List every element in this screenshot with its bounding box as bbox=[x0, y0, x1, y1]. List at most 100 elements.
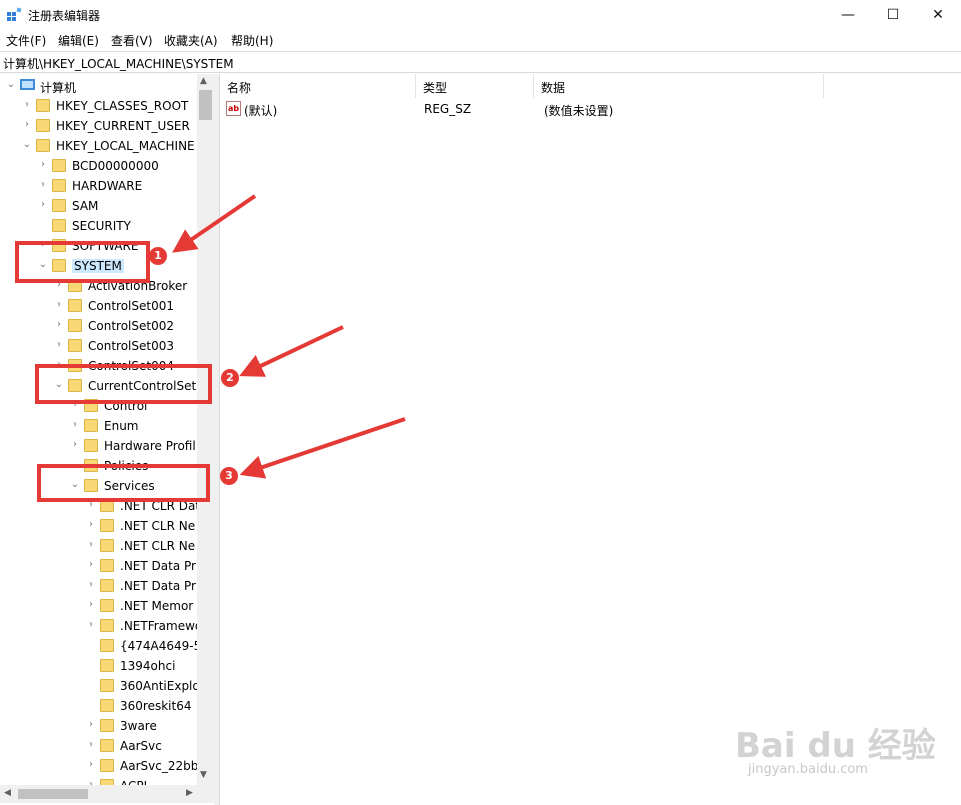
tree-node[interactable]: › .NET Data Pr bbox=[0, 556, 197, 576]
tree-node-label: SECURITY bbox=[72, 219, 131, 233]
expand-arrow-icon[interactable]: › bbox=[38, 159, 48, 170]
tree-node[interactable]: › .NETFramewo bbox=[0, 616, 202, 636]
scroll-up-arrow-icon[interactable]: ▲ bbox=[200, 76, 207, 86]
baidu-watermark-url: jingyan.baidu.com bbox=[748, 762, 868, 777]
tree-node[interactable]: › .NET Data Pr bbox=[0, 576, 197, 596]
registry-editor-icon bbox=[7, 7, 22, 21]
expand-arrow-icon[interactable]: › bbox=[22, 119, 32, 130]
expand-arrow-icon[interactable]: › bbox=[86, 519, 96, 530]
registry-tree[interactable]: ⌄ 计算机 › HKEY_CLASSES_ROOT › HKEY_CURRENT_USER… bbox=[0, 74, 214, 805]
expand-arrow-icon[interactable]: › bbox=[54, 319, 64, 330]
baidu-watermark-logo: Bai du 经验 bbox=[735, 726, 936, 766]
tree-node[interactable]: › 3ware bbox=[0, 716, 197, 736]
value-type: REG_SZ bbox=[424, 102, 472, 116]
folder-icon bbox=[52, 179, 66, 192]
menu-edit[interactable]: 编辑(E) bbox=[58, 32, 99, 49]
column-header-name[interactable]: 名称 bbox=[220, 74, 416, 98]
tree-node-label: Enum bbox=[104, 419, 139, 433]
tree-node[interactable]: 360AntiExplo bbox=[0, 676, 200, 696]
address-path[interactable]: 计算机\HKEY_LOCAL_MACHINE\SYSTEM bbox=[3, 55, 234, 72]
tree-node[interactable]: › BCD00000000 bbox=[0, 156, 197, 176]
tree-vertical-scrollbar[interactable]: ▲ ▼ bbox=[197, 74, 214, 785]
expand-arrow-icon[interactable]: › bbox=[38, 179, 48, 190]
tree-node-label: 360AntiExplo bbox=[120, 679, 200, 693]
minimize-button[interactable]: — bbox=[825, 0, 871, 30]
tree-node[interactable]: › ControlSet002 bbox=[0, 316, 197, 336]
tree-node[interactable]: › HKEY_CLASSES_ROOT bbox=[0, 96, 197, 116]
expand-arrow-icon[interactable]: › bbox=[54, 299, 64, 310]
tree-node[interactable]: › HKEY_CURRENT_USER bbox=[0, 116, 197, 136]
folder-icon bbox=[100, 619, 114, 632]
tree-node[interactable]: › .NET CLR Ne bbox=[0, 536, 197, 556]
expand-arrow-icon[interactable]: › bbox=[22, 99, 32, 110]
tree-node[interactable]: ⌄ 计算机 bbox=[0, 76, 197, 96]
folder-icon bbox=[100, 679, 114, 692]
collapse-arrow-icon[interactable]: ⌄ bbox=[6, 79, 16, 90]
menu-bar: 文件(F) 编辑(E) 查看(V) 收藏夹(A) 帮助(H) bbox=[0, 30, 961, 50]
tree-node[interactable]: › AarSvc bbox=[0, 736, 197, 756]
menu-favorites[interactable]: 收藏夹(A) bbox=[164, 32, 218, 49]
scroll-left-arrow-icon[interactable]: ◀ bbox=[4, 788, 11, 798]
scroll-thumb[interactable] bbox=[199, 90, 212, 120]
expand-arrow-icon[interactable]: › bbox=[70, 419, 80, 430]
scroll-thumb-horizontal[interactable] bbox=[18, 789, 88, 799]
expand-arrow-icon[interactable]: › bbox=[86, 579, 96, 590]
highlight-box-currentcontrolset bbox=[35, 364, 212, 404]
tree-node[interactable]: › AarSvc_22bb bbox=[0, 756, 198, 776]
menu-file[interactable]: 文件(F) bbox=[6, 32, 46, 49]
folder-icon bbox=[100, 699, 114, 712]
tree-horizontal-scrollbar[interactable]: ◀ ▶ bbox=[0, 785, 214, 803]
expand-arrow-icon[interactable]: › bbox=[86, 539, 96, 550]
address-bar[interactable]: 计算机\HKEY_LOCAL_MACHINE\SYSTEM bbox=[0, 51, 961, 73]
collapse-arrow-icon[interactable]: ⌄ bbox=[22, 139, 32, 150]
expand-arrow-icon[interactable]: › bbox=[54, 339, 64, 350]
expand-arrow-icon[interactable]: › bbox=[86, 559, 96, 570]
folder-icon bbox=[100, 719, 114, 732]
expand-arrow-icon[interactable]: › bbox=[86, 719, 96, 730]
tree-node[interactable]: 1394ohci bbox=[0, 656, 197, 676]
tree-node[interactable]: › HARDWARE bbox=[0, 176, 197, 196]
expand-arrow-icon[interactable]: › bbox=[38, 199, 48, 210]
column-header-type[interactable]: 类型 bbox=[416, 74, 534, 98]
maximize-button[interactable]: ☐ bbox=[870, 0, 916, 30]
tree-node-label: AarSvc bbox=[120, 739, 162, 753]
menu-view[interactable]: 查看(V) bbox=[111, 32, 153, 49]
tree-node[interactable]: ⌄ HKEY_LOCAL_MACHINE bbox=[0, 136, 197, 156]
expand-arrow-icon[interactable]: › bbox=[86, 759, 96, 770]
tree-node[interactable]: › Enum bbox=[0, 416, 197, 436]
expand-arrow-icon[interactable]: › bbox=[86, 599, 96, 610]
tree-node[interactable]: › .NET Memor bbox=[0, 596, 197, 616]
tree-node[interactable]: › SAM bbox=[0, 196, 197, 216]
tree-node-label: 3ware bbox=[120, 719, 157, 733]
folder-icon bbox=[100, 739, 114, 752]
tree-node[interactable]: 360reskit64 bbox=[0, 696, 197, 716]
scroll-down-arrow-icon[interactable]: ▼ bbox=[200, 770, 207, 780]
tree-node-label: 1394ohci bbox=[120, 659, 176, 673]
column-header-data[interactable]: 数据 bbox=[534, 74, 824, 98]
folder-icon bbox=[52, 199, 66, 212]
tree-node-label: HKEY_CURRENT_USER bbox=[56, 119, 190, 133]
step-marker-2: 2 bbox=[221, 369, 239, 387]
tree-node-label: .NET Memor bbox=[120, 599, 194, 613]
expand-arrow-icon[interactable]: › bbox=[70, 439, 80, 450]
tree-node-label: ControlSet001 bbox=[88, 299, 174, 313]
tree-node-label: .NET Data Pr bbox=[120, 579, 196, 593]
menu-help[interactable]: 帮助(H) bbox=[231, 32, 273, 49]
scroll-right-arrow-icon[interactable]: ▶ bbox=[186, 788, 193, 798]
values-list[interactable]: 名称 类型 数据 ab (默认) REG_SZ (数值未设置) bbox=[219, 74, 961, 805]
tree-node[interactable]: › .NET CLR Ne bbox=[0, 516, 197, 536]
tree-node[interactable]: › ControlSet001 bbox=[0, 296, 197, 316]
tree-node[interactable]: SECURITY bbox=[0, 216, 197, 236]
string-value-icon: ab bbox=[226, 101, 241, 116]
tree-node[interactable]: › Hardware Profil bbox=[0, 436, 197, 456]
folder-icon bbox=[100, 519, 114, 532]
tree-node[interactable]: › ControlSet003 bbox=[0, 336, 197, 356]
tree-node-label: SAM bbox=[72, 199, 99, 213]
value-row[interactable]: ab (默认) REG_SZ (数值未设置) bbox=[220, 100, 961, 118]
expand-arrow-icon[interactable]: › bbox=[86, 619, 96, 630]
folder-icon bbox=[68, 339, 82, 352]
close-button[interactable]: ✕ bbox=[915, 0, 961, 30]
tree-node-label: ControlSet003 bbox=[88, 339, 174, 353]
expand-arrow-icon[interactable]: › bbox=[86, 739, 96, 750]
tree-node[interactable]: {474A4649-5 bbox=[0, 636, 201, 656]
